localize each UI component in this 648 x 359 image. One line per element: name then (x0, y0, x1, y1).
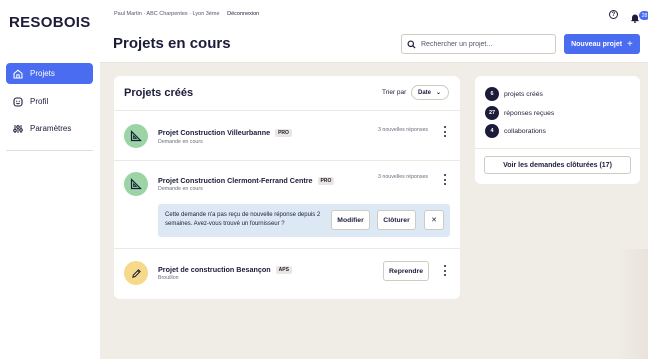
more-options-icon[interactable] (442, 265, 448, 276)
new-replies-count: 3 nouvelles réponses (378, 127, 429, 133)
search-box[interactable] (401, 34, 556, 54)
sort-value: Date (418, 89, 432, 96)
project-status: Demande en cours (158, 186, 203, 192)
stat-projects: 6 projets créés (485, 87, 543, 101)
project-title[interactable]: Projet Construction Villeurbanne PRO (158, 128, 292, 137)
stat-label: projets créés (504, 90, 543, 98)
page-title: Projets en cours (113, 35, 231, 52)
project-name: Projet Construction Clermont-Ferrand Cen… (158, 176, 313, 185)
stats-card: 6 projets créés 27 réponses reçues 4 col… (475, 76, 640, 184)
sidebar-item-label: Profil (30, 97, 49, 106)
project-tag: APS (275, 265, 292, 274)
divider (114, 160, 460, 161)
new-replies-count: 3 nouvelles réponses (378, 174, 429, 180)
sliders-icon (13, 124, 23, 134)
sidebar-item-parametres[interactable]: Paramètres (6, 118, 93, 139)
sidebar-item-profil[interactable]: Profil (6, 91, 93, 112)
stale-request-alert: Cette demande n'a pas reçu de nouvelle r… (158, 204, 450, 237)
divider (114, 110, 460, 111)
closed-requests-button[interactable]: Voir les demandes clôturées (17) (484, 156, 631, 174)
stat-replies: 27 réponses reçues (485, 106, 554, 120)
sidebar-item-label: Paramètres (30, 124, 72, 133)
notification-badge: 28 (639, 11, 648, 20)
divider (114, 248, 460, 249)
help-icon[interactable]: ? (609, 10, 618, 19)
close-request-button[interactable]: Clôturer (377, 210, 416, 230)
modify-button[interactable]: Modifier (331, 210, 370, 230)
divider (475, 148, 640, 149)
more-options-icon[interactable] (442, 174, 448, 185)
project-status: Brouillon (158, 275, 179, 281)
alert-text: Cette demande n'a pas reçu de nouvelle r… (165, 212, 321, 227)
stat-label: collaborations (504, 127, 546, 135)
resume-button[interactable]: Reprendre (383, 261, 429, 281)
stat-value: 4 (485, 124, 499, 138)
more-options-icon[interactable] (442, 126, 448, 137)
project-tag: PRO (275, 128, 292, 137)
home-icon (13, 68, 23, 79)
user-info: Paul Martin · ABC Charpentes · Lyon 3ème… (114, 11, 259, 17)
search-input[interactable] (421, 40, 546, 48)
sort-select[interactable]: Date ⌄ (411, 85, 449, 100)
project-name: Projet de construction Besançon (158, 265, 271, 274)
project-tag: PRO (317, 176, 335, 185)
sidebar-item-projets[interactable]: Projets (6, 63, 93, 84)
set-square-icon (124, 124, 148, 148)
background-shade (618, 249, 648, 359)
card-title: Projets créés (124, 87, 194, 99)
pencil-icon (124, 261, 148, 285)
new-project-button[interactable]: Nouveau projet + (564, 34, 640, 54)
project-title[interactable]: Projet Construction Clermont-Ferrand Cen… (158, 176, 335, 185)
projects-card: Projets créés Trier par Date ⌄ Projet Co… (114, 76, 460, 299)
user-details: Paul Martin · ABC Charpentes · Lyon 3ème (114, 11, 220, 17)
sidebar: RESOBOIS Projets Profil Paramètres (0, 0, 100, 359)
search-icon (407, 39, 416, 49)
smile-icon (13, 96, 23, 107)
set-square-icon (124, 172, 148, 196)
stat-collaborations: 4 collaborations (485, 124, 546, 138)
sidebar-divider (6, 150, 93, 151)
chevron-down-icon: ⌄ (436, 90, 442, 96)
sidebar-item-label: Projets (30, 69, 55, 78)
header: Paul Martin · ABC Charpentes · Lyon 3ème… (100, 0, 648, 63)
project-status: Demande en cours (158, 139, 203, 145)
logout-link[interactable]: Déconnexion (227, 11, 259, 17)
brand-logo[interactable]: RESOBOIS (9, 14, 91, 31)
sort-label: Trier par (382, 89, 407, 96)
dismiss-icon[interactable]: ✕ (424, 210, 444, 230)
new-project-label: Nouveau projet (571, 40, 623, 48)
plus-icon: + (627, 38, 633, 50)
stat-value: 27 (485, 106, 499, 120)
stat-label: réponses reçues (504, 109, 555, 117)
project-title[interactable]: Projet de construction Besançon APS (158, 265, 292, 274)
project-name: Projet Construction Villeurbanne (158, 128, 271, 137)
stat-value: 6 (485, 87, 499, 101)
